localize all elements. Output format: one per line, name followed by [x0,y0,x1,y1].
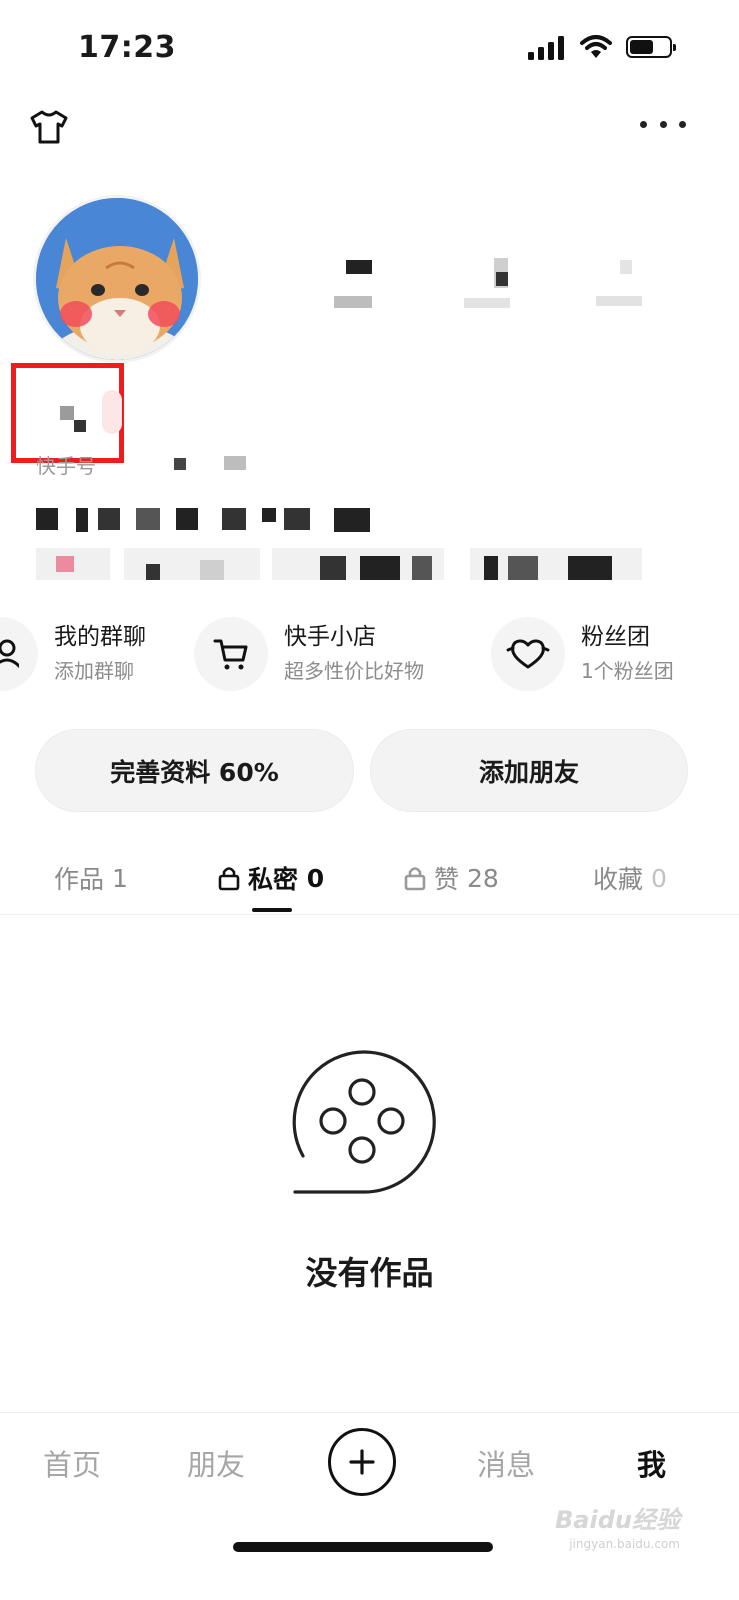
tab-count: 0 [306,863,325,893]
tab-label: 作品 [54,865,105,894]
nav-friends[interactable]: 朋友 [187,1442,245,1484]
more-dots-icon[interactable] [640,118,686,130]
shopping-cart-icon [194,617,268,691]
cellular-signal-icon [528,36,566,60]
tab-label: 赞 [434,865,460,894]
tab-count: 1 [111,863,128,893]
user-id-label: 快手号 [36,454,96,478]
battery-icon [626,36,676,58]
empty-state-text: 没有作品 [305,1254,434,1292]
film-reel-icon [292,1050,436,1194]
watermark-text: Baidu经验 [555,1506,680,1534]
tab-private[interactable]: 私密 0 [218,858,324,898]
watermark-sub: jingyan.baidu.com [569,1537,680,1551]
tab-works[interactable]: 作品 1 [54,858,128,898]
tab-count: 0 [650,863,667,893]
watermark: Baidu经验 jingyan.baidu.com [555,1500,680,1551]
wifi-icon [580,35,612,58]
lock-icon [218,867,240,891]
cat-avatar-image [36,198,198,360]
home-indicator[interactable] [233,1542,493,1552]
tab-count: 28 [466,863,499,893]
shortcut-title: 我的群聊 [54,624,146,650]
shortcut-title: 快手小店 [284,624,376,650]
tab-favorites[interactable]: 收藏 0 [593,858,667,898]
shortcut-subtitle: 1个粉丝团 [581,659,674,683]
shortcut-group-chat[interactable]: 我的群聊 添加群聊 [0,614,146,694]
tab-divider [0,914,739,915]
active-tab-indicator [252,908,292,912]
lock-icon [404,867,426,891]
shortcut-subtitle: 添加群聊 [54,659,134,683]
heart-badge-icon [491,617,565,691]
shortcut-subtitle: 超多性价比好物 [284,659,424,683]
shortcut-fan-group[interactable]: 粉丝团 1个粉丝团 [491,614,674,694]
nav-me[interactable]: 我 [637,1442,666,1484]
avatar[interactable] [33,195,201,363]
group-chat-icon [0,617,38,691]
nav-messages[interactable]: 消息 [477,1442,535,1484]
complete-profile-button[interactable]: 完善资料 60% [35,729,354,812]
create-button[interactable] [328,1428,396,1496]
tshirt-icon[interactable] [28,108,70,146]
status-time: 17:23 [78,30,176,65]
tab-label: 私密 [248,865,299,894]
bottom-nav-divider [0,1412,739,1413]
shortcut-title: 粉丝团 [581,624,650,650]
tab-label: 收藏 [593,865,644,894]
nav-home[interactable]: 首页 [43,1442,101,1484]
tab-likes[interactable]: 赞 28 [404,858,499,898]
plus-icon [349,1449,375,1475]
shortcut-kuaishou-shop[interactable]: 快手小店 超多性价比好物 [194,614,424,694]
add-friend-button[interactable]: 添加朋友 [370,729,688,812]
